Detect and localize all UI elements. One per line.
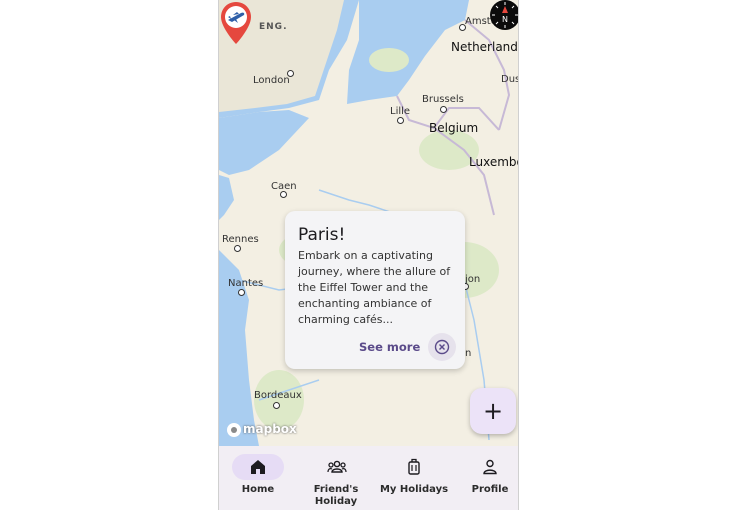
nav-item-home[interactable]: Home [221,454,295,496]
close-circle-icon [434,339,450,355]
close-popup-button[interactable] [428,333,456,361]
popup-title: Paris! [298,225,346,245]
nav-item-friends-holiday[interactable]: Friend's Holiday [299,454,373,508]
nav-label-friends-holiday: Friend's Holiday [313,484,359,507]
map-label-nantes: Nantes [228,278,264,289]
nav-label-profile: Profile [471,484,509,495]
nav-icon-wrap [310,454,362,480]
compass-button[interactable]: N [490,0,518,30]
plus-icon: + [482,397,504,425]
map-label-london: London [253,75,290,86]
bottom-navigation: Home Friend's Holiday My Holidays Profil… [219,446,518,510]
map-label-bordeaux: Bordeaux [254,390,302,401]
location-popup: Paris! Embark on a captivating journey, … [285,211,465,369]
group-icon [327,460,347,473]
nav-active-indicator [232,454,284,480]
nav-label-my-holidays: My Holidays [379,484,449,495]
map-city-dot [280,191,287,198]
map-label-eng: ENG. [259,22,288,32]
map-label-netherlands: Netherlands [451,40,519,54]
map-city-dot [459,24,466,31]
map-city-dot [287,70,294,77]
nav-item-profile[interactable]: Profile [453,454,518,496]
phone-screen: ENG. Amste Netherlands London Dus Brusse… [218,0,519,510]
compass-icon: N [491,1,518,29]
map-label-brussels: Brussels [422,94,464,105]
map-label-lille: Lille [390,106,411,117]
svg-text:N: N [502,15,508,24]
map-label-belgium: Belgium [429,121,479,135]
mapbox-logo-icon [227,422,241,437]
map-label-dus: Dus [501,74,519,85]
map-pin[interactable] [219,0,253,46]
map-label-rennes: Rennes [222,234,259,245]
map-view[interactable]: ENG. Amste Netherlands London Dus Brusse… [219,0,518,446]
see-more-link[interactable]: See more [359,340,420,354]
nav-item-my-holidays[interactable]: My Holidays [377,454,451,496]
map-label-luxembourg: Luxembo [469,155,519,169]
mapbox-attribution[interactable]: mapbox [227,422,297,437]
add-holiday-button[interactable]: + [470,388,516,434]
home-icon [251,460,265,474]
map-city-dot [440,106,447,113]
map-label-lyon: n [465,348,472,359]
nav-icon-wrap [388,454,440,480]
map-city-dot [234,245,241,252]
nav-icon-wrap [464,454,516,480]
map-city-dot [238,289,245,296]
person-icon [483,459,497,475]
nav-label-home: Home [241,484,275,495]
map-city-dot [397,117,404,124]
map-city-dot [273,402,280,409]
mapbox-text: mapbox [243,422,297,436]
luggage-icon [408,458,420,475]
popup-description: Embark on a captivating journey, where t… [298,249,451,326]
